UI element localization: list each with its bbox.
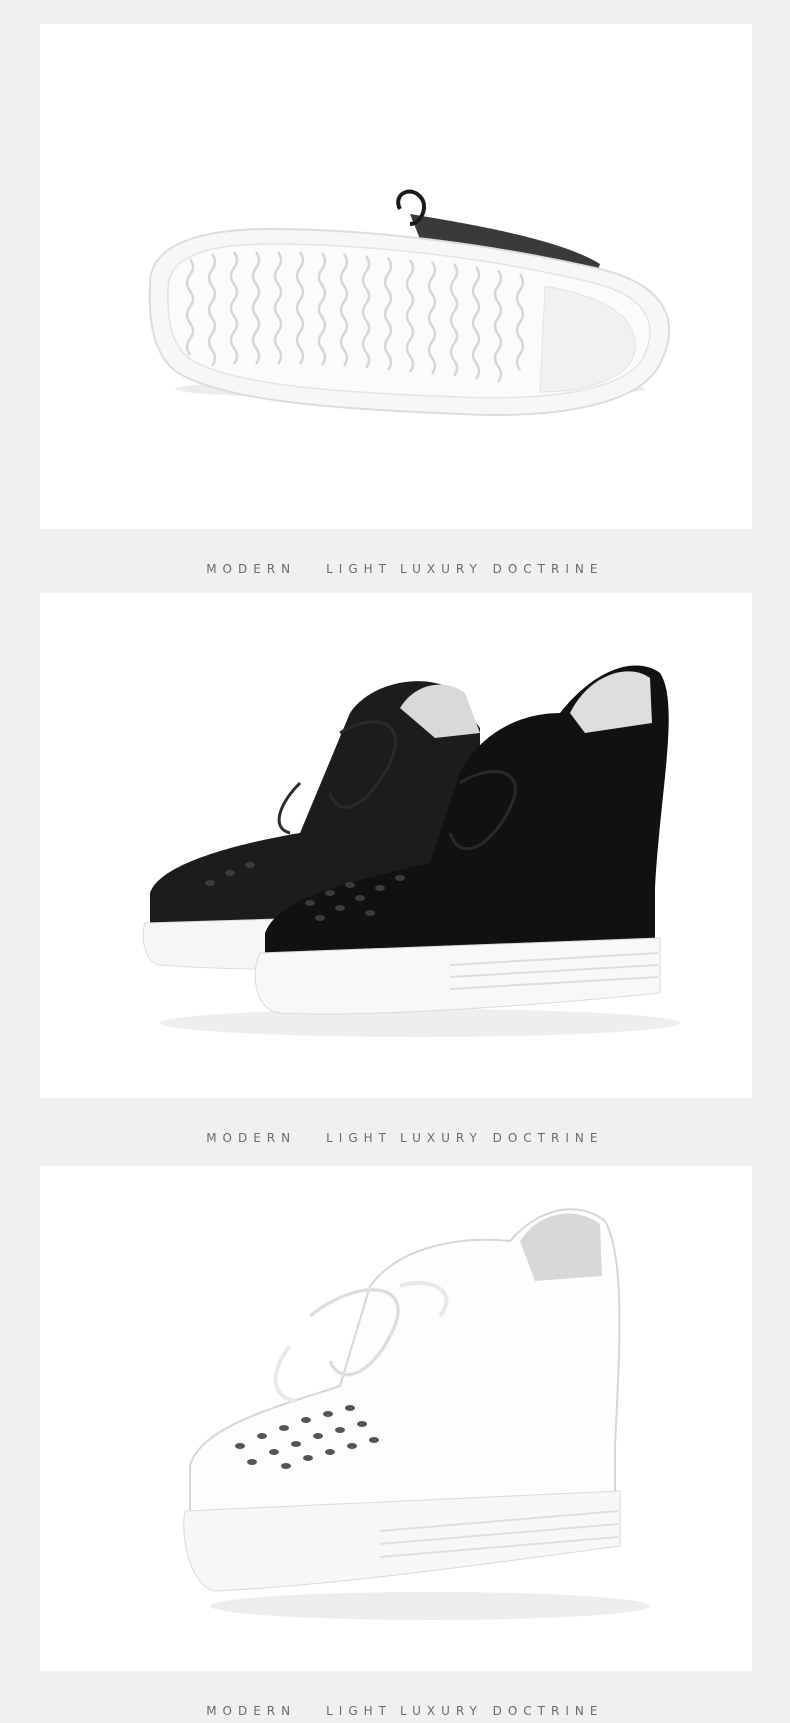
caption-word-2: LIGHT <box>326 1704 393 1718</box>
sole-illustration <box>148 189 671 416</box>
caption-word-2: LIGHT <box>326 1131 393 1145</box>
product-image-sole <box>40 24 752 529</box>
caption-word-1: MODERN <box>206 562 297 576</box>
slogan-caption: MODERN LIGHT LUXURY DOCTRINE <box>0 533 790 576</box>
black-shoes-illustration <box>142 665 680 1037</box>
caption-word-2: LIGHT <box>326 562 393 576</box>
caption-word-3: LUXURY DOCTRINE <box>400 562 604 576</box>
slogan-caption: MODERN LIGHT LUXURY DOCTRINE <box>0 1675 790 1718</box>
slogan-caption: MODERN LIGHT LUXURY DOCTRINE <box>0 1102 790 1145</box>
caption-word-3: LUXURY DOCTRINE <box>400 1704 604 1718</box>
product-image-white-single <box>40 1166 752 1671</box>
white-shoe-illustration <box>183 1208 650 1620</box>
product-image-black-pair <box>40 593 752 1098</box>
caption-word-3: LUXURY DOCTRINE <box>400 1131 604 1145</box>
caption-word-1: MODERN <box>206 1131 297 1145</box>
caption-word-1: MODERN <box>206 1704 297 1718</box>
